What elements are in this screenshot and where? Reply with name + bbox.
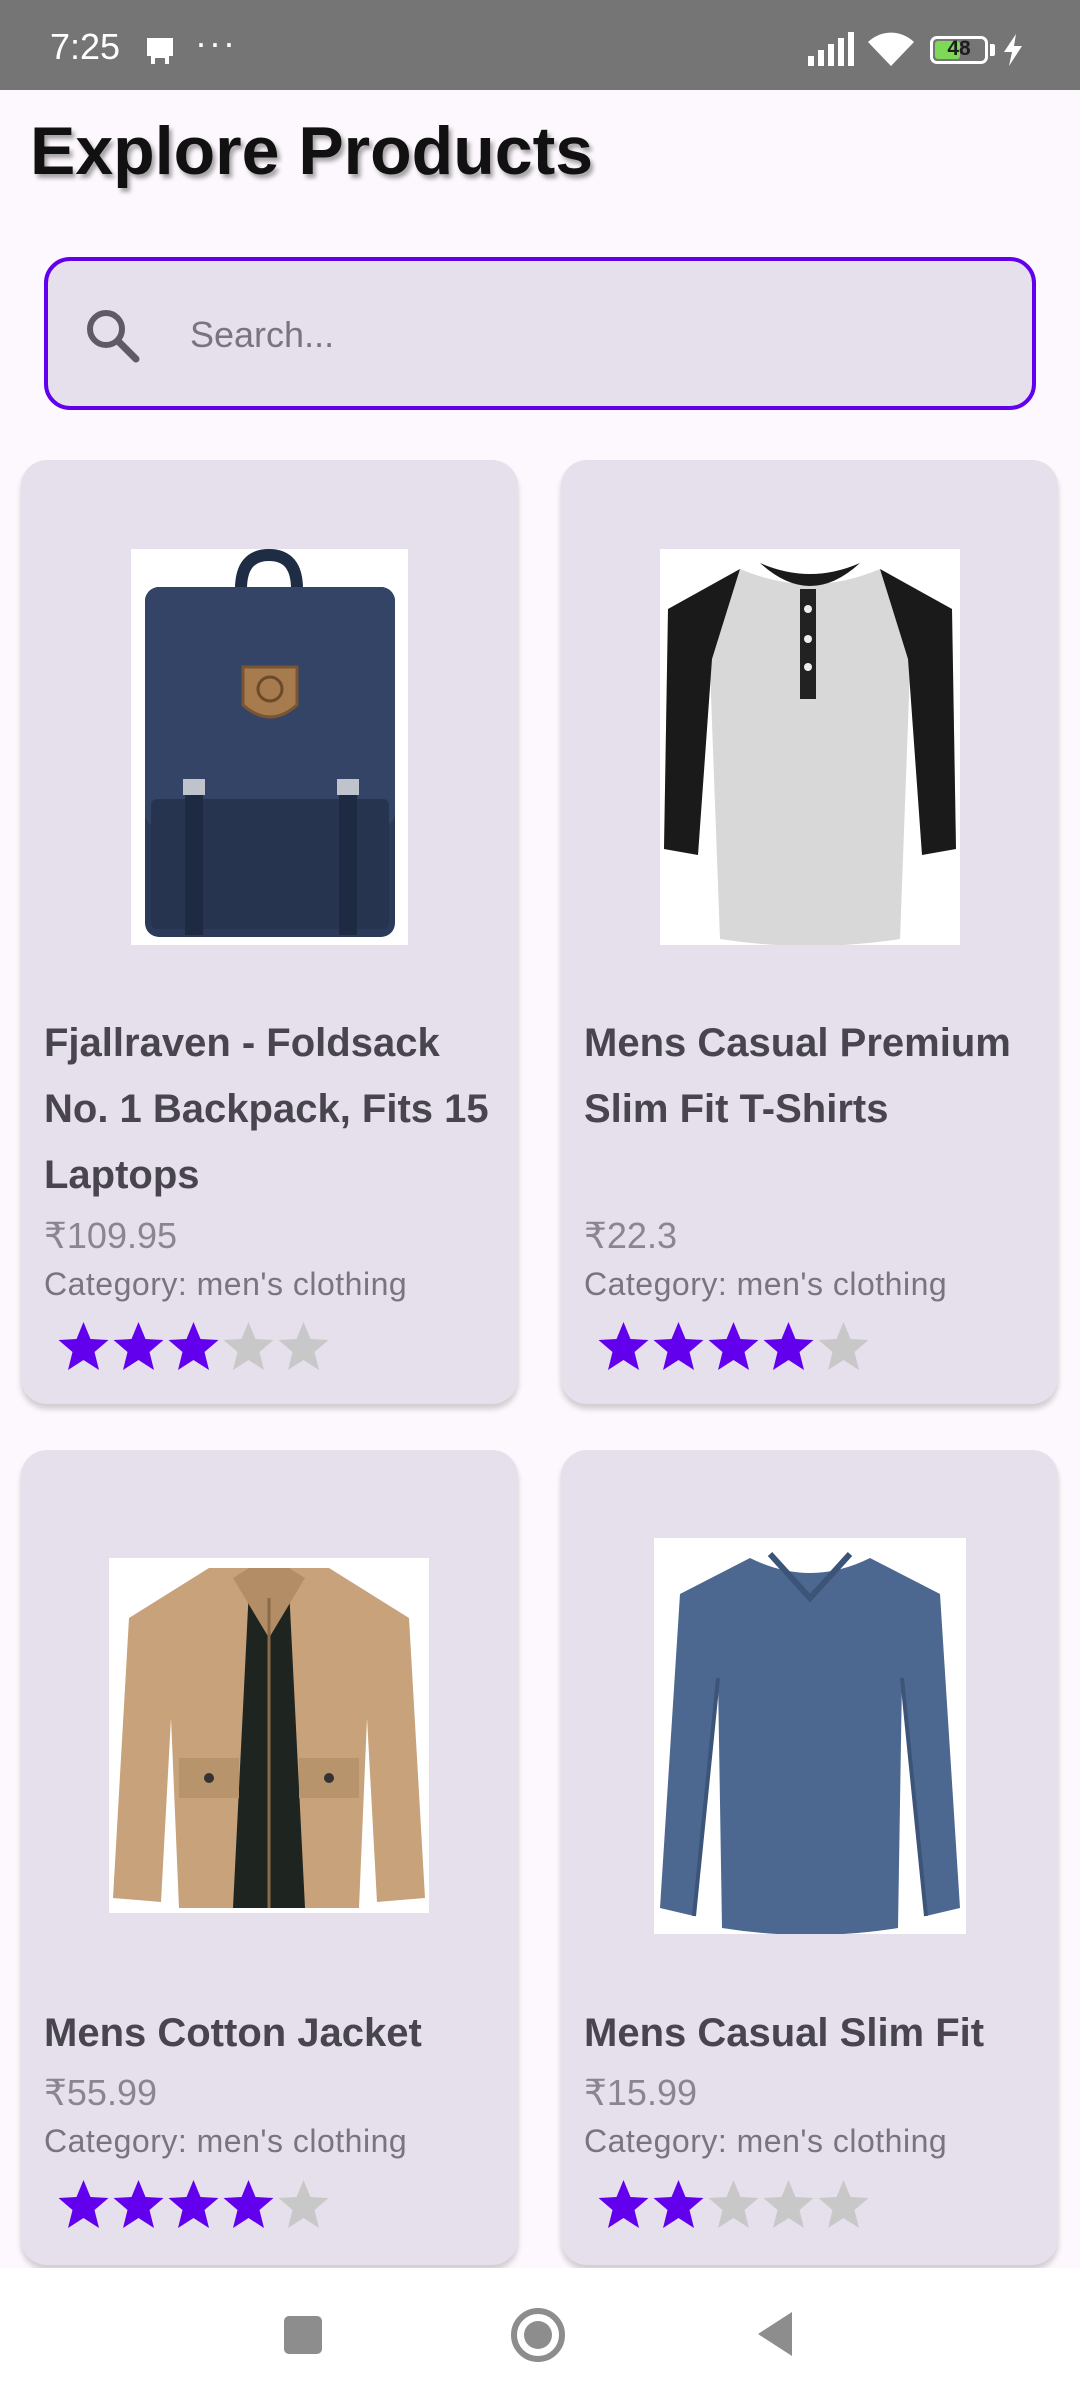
product-category: Category: men's clothing bbox=[44, 2123, 408, 2159]
sd-card-icon bbox=[147, 38, 173, 64]
star-filled-icon bbox=[598, 1322, 649, 1370]
product-card[interactable]: Mens Casual Slim Fit ₹15.99 Category: me… bbox=[561, 1450, 1058, 2265]
wifi-icon bbox=[868, 32, 914, 66]
search-bar[interactable] bbox=[44, 257, 1036, 410]
product-image-tshirt bbox=[660, 549, 960, 945]
system-nav-bar bbox=[0, 2268, 1080, 2400]
status-time: 7:25 bbox=[50, 26, 121, 67]
star-empty-icon bbox=[278, 1322, 329, 1370]
status-more-dots: ··· bbox=[195, 22, 237, 63]
product-price: ₹109.95 bbox=[44, 1215, 178, 1256]
search-icon bbox=[87, 310, 140, 363]
star-filled-icon bbox=[653, 2180, 704, 2228]
product-category: Category: men's clothing bbox=[584, 2123, 948, 2159]
star-filled-icon bbox=[653, 1322, 704, 1370]
product-title: Mens Cotton Jacket bbox=[44, 2011, 422, 2055]
battery-tip bbox=[990, 44, 995, 56]
home-icon[interactable] bbox=[509, 2306, 567, 2364]
rating-stars bbox=[56, 1319, 331, 1375]
star-filled-icon bbox=[168, 1322, 219, 1370]
star-filled-icon bbox=[708, 1322, 759, 1370]
battery-level: 48 bbox=[947, 37, 971, 60]
product-image-longsleeve bbox=[654, 1538, 966, 1934]
product-image-jacket bbox=[109, 1558, 429, 1913]
product-title: Mens Casual Slim Fit bbox=[584, 2011, 985, 2055]
star-filled-icon bbox=[763, 1322, 814, 1370]
star-filled-icon bbox=[113, 1322, 164, 1370]
star-filled-icon bbox=[223, 2180, 274, 2228]
rating-stars bbox=[56, 2177, 331, 2233]
product-card[interactable]: Mens Casual Premium Slim Fit T-Shirts ₹2… bbox=[561, 460, 1058, 1404]
product-price: ₹22.3 bbox=[584, 1215, 677, 1256]
product-price: ₹55.99 bbox=[44, 2072, 157, 2113]
star-filled-icon bbox=[168, 2180, 219, 2228]
product-title: Fjallraven - Foldsack No. 1 Backpack, Fi… bbox=[44, 1021, 489, 1197]
star-filled-icon bbox=[113, 2180, 164, 2228]
star-empty-icon bbox=[278, 2180, 329, 2228]
product-category: Category: men's clothing bbox=[584, 1266, 948, 1302]
star-filled-icon bbox=[58, 1322, 109, 1370]
star-filled-icon bbox=[58, 2180, 109, 2228]
charging-bolt-icon bbox=[1004, 34, 1022, 66]
search-input[interactable] bbox=[188, 291, 992, 379]
product-card[interactable]: Mens Cotton Jacket ₹55.99 Category: men'… bbox=[21, 1450, 518, 2265]
battery-icon: 48 bbox=[930, 36, 988, 64]
star-empty-icon bbox=[708, 2180, 759, 2228]
product-title: Mens Casual Premium Slim Fit T-Shirts bbox=[584, 1021, 1011, 1131]
star-empty-icon bbox=[818, 2180, 869, 2228]
star-empty-icon bbox=[223, 1322, 274, 1370]
product-image-backpack bbox=[131, 549, 408, 945]
star-empty-icon bbox=[818, 1322, 869, 1370]
recent-apps-icon[interactable] bbox=[284, 2316, 322, 2354]
signal-icon bbox=[808, 32, 854, 66]
rating-stars bbox=[596, 1319, 871, 1375]
back-icon[interactable] bbox=[752, 2308, 796, 2360]
star-filled-icon bbox=[598, 2180, 649, 2228]
rating-stars bbox=[596, 2177, 871, 2233]
product-price: ₹15.99 bbox=[584, 2072, 697, 2113]
product-category: Category: men's clothing bbox=[44, 1266, 408, 1302]
product-card[interactable]: Fjallraven - Foldsack No. 1 Backpack, Fi… bbox=[21, 460, 518, 1404]
status-bar: 7:25 ··· 48 bbox=[0, 0, 1080, 90]
page-title: Explore Products bbox=[30, 113, 594, 189]
star-empty-icon bbox=[763, 2180, 814, 2228]
